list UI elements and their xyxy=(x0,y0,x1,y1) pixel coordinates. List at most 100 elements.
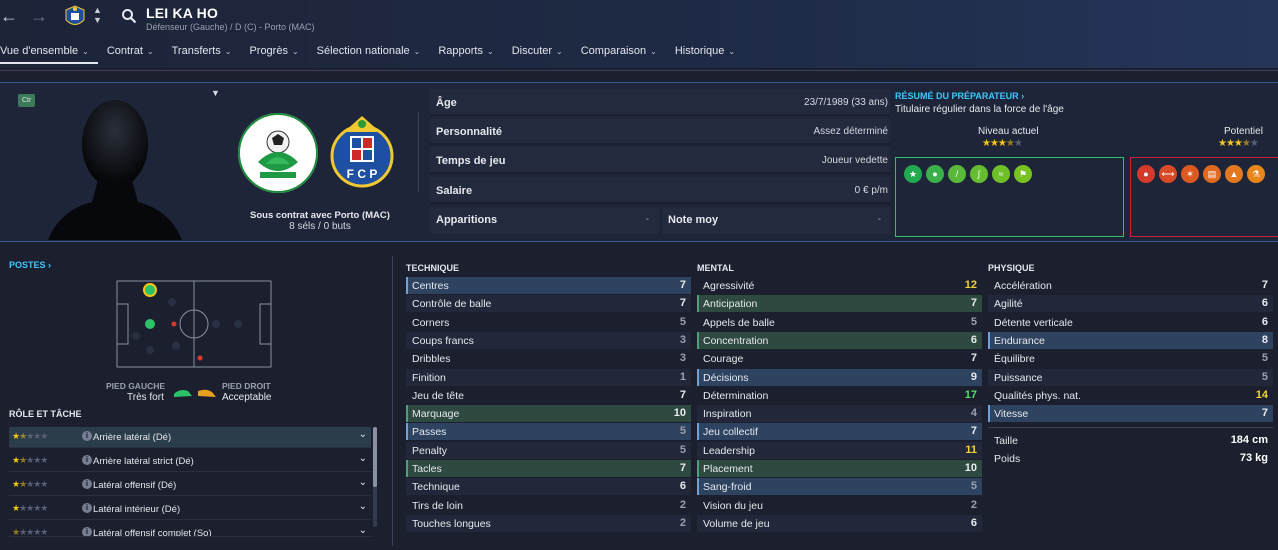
attribute-row[interactable]: Détermination 17 xyxy=(697,387,982,404)
attribute-value: 2 xyxy=(679,516,686,529)
attribute-row[interactable]: Concentration 6 xyxy=(697,331,982,349)
attribute-value: 5 xyxy=(970,315,977,328)
tackle-icon[interactable]: ∫ xyxy=(970,165,988,183)
attribute-row[interactable]: Détente verticale 6 xyxy=(988,314,1273,331)
roles-title: RÔLE ET TÂCHE xyxy=(9,409,82,419)
role-row[interactable]: ★★★★★ i Latéral offensif complet (So) ⌄ xyxy=(9,523,371,537)
role-row[interactable]: ★★★★★ i Arrière latéral (Dé) ⌄ xyxy=(9,427,371,448)
attribute-row[interactable]: Centres 7 xyxy=(406,277,691,294)
attribute-row[interactable]: Agressivité 12 xyxy=(697,277,982,294)
attribute-row[interactable]: Passes 5 xyxy=(406,423,691,441)
attribute-row[interactable]: Sang-froid 5 xyxy=(697,478,982,496)
attribute-row[interactable]: Jeu de tête 7 xyxy=(406,387,691,404)
star-icon[interactable]: ★ xyxy=(904,165,922,183)
back-arrow-icon[interactable]: ← xyxy=(0,6,18,27)
boot-icon[interactable]: / xyxy=(948,165,966,183)
positions-link[interactable]: POSTES › xyxy=(9,260,51,270)
coach-report-link[interactable]: RÉSUMÉ DU PRÉPARATEUR › xyxy=(895,91,1024,101)
attribute-row[interactable]: Vision du jeu 2 xyxy=(697,497,982,514)
attribute-row[interactable]: Finition 1 xyxy=(406,368,691,386)
info-row-salary[interactable]: Salaire 0 € p/m xyxy=(430,177,890,204)
menu-overview[interactable]: Vue d'ensemble ⌄ xyxy=(0,42,98,64)
attribute-name: Penalty xyxy=(412,444,448,457)
chevron-down-icon: ⌄ xyxy=(650,47,657,56)
clipboard-icon[interactable]: ▤ xyxy=(1203,165,1221,183)
attribute-row[interactable]: Dribbles 3 xyxy=(406,350,691,367)
info-icon: i xyxy=(82,455,92,465)
chevron-down-icon: ⌄ xyxy=(82,47,89,56)
attribute-row[interactable]: Coups francs 3 xyxy=(406,331,691,349)
attribute-row[interactable]: Touches longues 2 xyxy=(406,514,691,532)
role-row[interactable]: ★★★★★ i Arrière latéral strict (Dé) ⌄ xyxy=(9,451,371,472)
club-crest-icon[interactable] xyxy=(64,4,86,30)
attribute-row[interactable]: Endurance 8 xyxy=(988,331,1273,349)
menu-discuss[interactable]: Discuter ⌄ xyxy=(503,42,572,64)
attribute-name: Qualités phys. nat. xyxy=(994,389,1081,402)
attribute-row[interactable]: Inspiration 4 xyxy=(697,405,982,423)
attribute-row[interactable]: Placement 10 xyxy=(697,460,982,477)
attribute-row[interactable]: Marquage 10 xyxy=(406,405,691,423)
role-row[interactable]: ★★★★★ i Latéral intérieur (Dé) ⌄ xyxy=(9,499,371,520)
info-row-age: Âge 23/7/1989 (33 ans) xyxy=(430,89,890,116)
flask-icon[interactable]: ⚗ xyxy=(1247,165,1265,183)
current-level-label: Niveau actuel xyxy=(978,126,1039,137)
physique-title: PHYSIQUE xyxy=(988,263,1035,273)
attribute-row[interactable]: Contrôle de balle 7 xyxy=(406,295,691,313)
divider xyxy=(392,256,393,546)
attribute-row[interactable]: Décisions 9 xyxy=(697,368,982,386)
attribute-row[interactable]: Qualités phys. nat. 14 xyxy=(988,387,1273,404)
role-row[interactable]: ★★★★★ i Latéral offensif (Dé) ⌄ xyxy=(9,475,371,496)
chevron-down-icon[interactable]: ▼ xyxy=(211,88,220,98)
attribute-name: Jeu collectif xyxy=(703,426,758,439)
menu-contract[interactable]: Contrat ⌄ xyxy=(98,42,163,64)
ball-icon[interactable]: ● xyxy=(1137,165,1155,183)
menu-transfers[interactable]: Transferts ⌄ xyxy=(163,42,241,64)
forward-arrow-icon[interactable]: → xyxy=(30,6,48,27)
player-switch-icon[interactable]: ▲ ▼ xyxy=(93,5,102,25)
attribute-row[interactable]: Anticipation 7 xyxy=(697,295,982,313)
menu-progress[interactable]: Progrès ⌄ xyxy=(240,42,307,64)
attribute-row[interactable]: Courage 7 xyxy=(697,350,982,367)
attribute-row[interactable]: Tirs de loin 2 xyxy=(406,497,691,514)
scrollbar-thumb[interactable] xyxy=(373,427,377,487)
attribute-value: 6 xyxy=(1261,297,1268,310)
attribute-row[interactable]: Penalty 5 xyxy=(406,441,691,459)
attribute-row[interactable]: Agilité 6 xyxy=(988,295,1273,313)
attribute-row[interactable]: Puissance 5 xyxy=(988,368,1273,386)
attribute-row[interactable]: Jeu collectif 7 xyxy=(697,423,982,441)
info-icon: i xyxy=(82,527,92,536)
svg-text:F C P: F C P xyxy=(347,167,378,181)
attribute-row[interactable]: Accélération 7 xyxy=(988,277,1273,294)
search-icon[interactable] xyxy=(121,8,137,24)
flag-icon[interactable]: ⚑ xyxy=(1014,165,1032,183)
role-stars: ★★★★★ xyxy=(12,503,48,513)
info-row-playtime[interactable]: Temps de jeu Joueur vedette xyxy=(430,147,890,174)
attribute-value: 9 xyxy=(970,370,977,383)
attribute-row[interactable]: Leadership 11 xyxy=(697,441,982,459)
attribute-row[interactable]: Technique 6 xyxy=(406,478,691,496)
attribute-row[interactable]: Appels de balle 5 xyxy=(697,314,982,331)
dumbbell-icon[interactable]: ⟷ xyxy=(1159,165,1177,183)
divider xyxy=(418,112,419,192)
current-ability-stars: ★★★★★ xyxy=(982,138,1023,149)
attribute-name: Décisions xyxy=(703,371,749,384)
menu-national[interactable]: Sélection nationale ⌄ xyxy=(308,42,430,64)
brain-icon[interactable]: ● xyxy=(926,165,944,183)
sprint-icon[interactable]: ✶ xyxy=(1181,165,1199,183)
menu-compare[interactable]: Comparaison ⌄ xyxy=(572,42,666,64)
info-row-personality[interactable]: Personnalité Assez déterminé xyxy=(430,118,890,145)
attribute-row[interactable]: Volume de jeu 6 xyxy=(697,514,982,532)
role-stars: ★★★★★ xyxy=(12,479,48,489)
attribute-row[interactable]: Corners 5 xyxy=(406,314,691,331)
menu-history[interactable]: Historique ⌄ xyxy=(666,42,744,64)
attribute-value: 6 xyxy=(1261,315,1268,328)
attribute-row[interactable]: Tacles 7 xyxy=(406,460,691,477)
cone-icon[interactable]: ▲ xyxy=(1225,165,1243,183)
attribute-row[interactable]: Vitesse 7 xyxy=(988,405,1273,423)
menu-reports[interactable]: Rapports ⌄ xyxy=(429,42,502,64)
attribute-value: 5 xyxy=(679,315,686,328)
status-badge: Ctr xyxy=(18,94,36,107)
attribute-row[interactable]: Équilibre 5 xyxy=(988,350,1273,367)
pass-icon[interactable]: ≈ xyxy=(992,165,1010,183)
position-marker xyxy=(171,321,177,327)
